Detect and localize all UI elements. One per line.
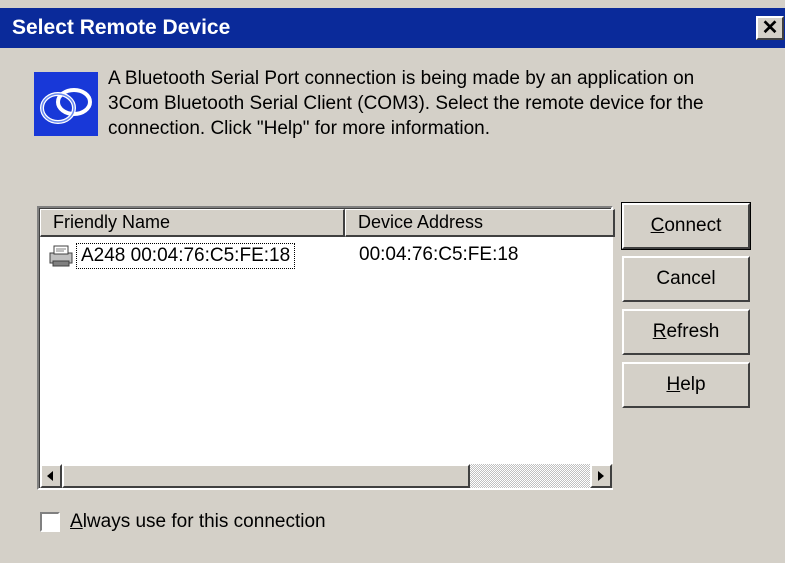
- always-use-checkbox[interactable]: [40, 512, 60, 532]
- dialog-message: A Bluetooth Serial Port connection is be…: [108, 66, 778, 141]
- device-list[interactable]: Friendly Name Device Address A248 00:04:…: [37, 206, 615, 490]
- select-remote-device-dialog: Select Remote Device ✕ A Bluetooth Seria…: [0, 0, 785, 563]
- message-line-2: 3Com Bluetooth Serial Client (COM3). Sel…: [108, 93, 704, 114]
- cancel-button[interactable]: Cancel: [622, 256, 750, 302]
- scroll-right-button[interactable]: [590, 464, 612, 488]
- connect-button[interactable]: Connect: [621, 202, 751, 250]
- title-bar[interactable]: Select Remote Device ✕: [0, 8, 785, 48]
- close-icon: ✕: [761, 17, 779, 39]
- message-line-1: A Bluetooth Serial Port connection is be…: [108, 68, 695, 89]
- arrow-left-icon: [47, 471, 53, 481]
- arrow-right-icon: [598, 471, 604, 481]
- scroll-thumb[interactable]: [62, 464, 470, 488]
- always-use-label[interactable]: Always use for this connection: [70, 510, 326, 534]
- horizontal-scrollbar[interactable]: [40, 464, 613, 488]
- message-line-3: connection. Click "Help" for more inform…: [108, 118, 491, 139]
- column-header-friendly-name[interactable]: Friendly Name: [40, 209, 345, 237]
- close-button[interactable]: ✕: [756, 16, 784, 40]
- printer-icon: [49, 245, 73, 267]
- scroll-left-button[interactable]: [40, 464, 62, 488]
- help-button[interactable]: Help: [622, 362, 750, 408]
- table-row[interactable]: A248 00:04:76:C5:FE:18 00:04:76:C5:FE:18: [46, 241, 606, 271]
- refresh-button[interactable]: Refresh: [622, 309, 750, 355]
- device-address-cell: 00:04:76:C5:FE:18: [359, 244, 519, 265]
- column-header-device-address[interactable]: Device Address: [345, 209, 615, 237]
- friendly-name-cell[interactable]: A248 00:04:76:C5:FE:18: [76, 243, 296, 269]
- scroll-track[interactable]: [470, 464, 590, 488]
- window-title: Select Remote Device: [12, 16, 231, 39]
- bluetooth-logo-icon: [34, 72, 98, 136]
